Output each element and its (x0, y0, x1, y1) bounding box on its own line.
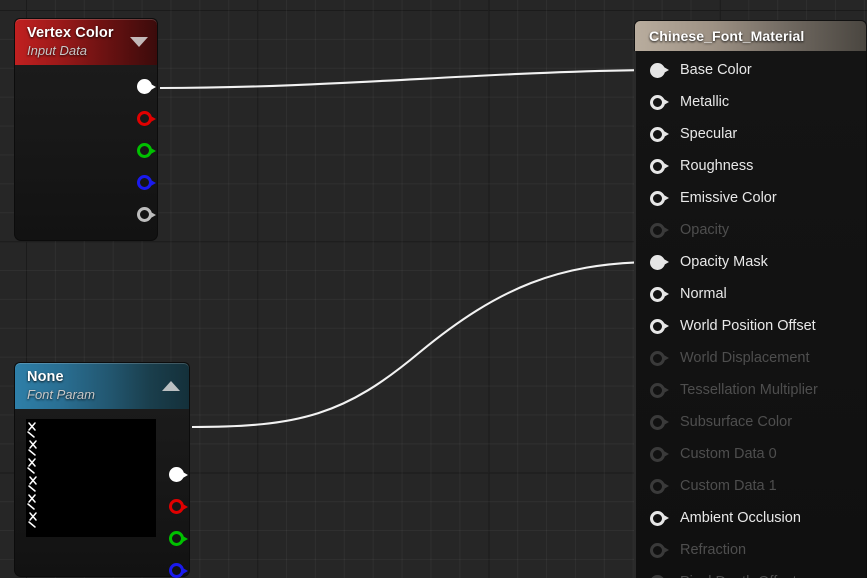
pin-material-input[interactable] (650, 286, 670, 302)
material-input-label: Tessellation Multiplier (680, 382, 818, 398)
material-input-row[interactable]: Custom Data 0 (636, 438, 866, 470)
material-input-row[interactable]: Ambient Occlusion (636, 502, 866, 534)
pin-font-param-b[interactable] (169, 563, 189, 578)
pin-material-input[interactable] (650, 446, 670, 462)
node-vertex-color-body (14, 65, 158, 241)
pin-material-input[interactable] (650, 478, 670, 494)
node-material-result-header[interactable]: Chinese_Font_Material (634, 20, 867, 51)
pin-material-input[interactable] (650, 382, 670, 398)
chevron-down-icon[interactable] (130, 37, 148, 47)
pin-vertex-color-r[interactable] (137, 111, 157, 126)
material-input-row[interactable]: Specular (636, 118, 866, 150)
chevron-up-icon[interactable] (162, 381, 180, 391)
material-input-row[interactable]: Normal (636, 278, 866, 310)
pin-material-input[interactable] (650, 350, 670, 366)
node-material-result-title: Chinese_Font_Material (649, 28, 805, 44)
node-font-param-subtitle: Font Param (27, 387, 95, 402)
material-input-row[interactable]: Tessellation Multiplier (636, 374, 866, 406)
material-input-label: World Displacement (680, 350, 810, 366)
material-graph-canvas[interactable]: Vertex Color Input Data None Font Param … (0, 0, 867, 578)
material-input-label: Specular (680, 126, 738, 142)
material-input-row[interactable]: Opacity (636, 214, 866, 246)
material-input-label: Custom Data 0 (680, 446, 777, 462)
material-input-label: Custom Data 1 (680, 478, 777, 494)
node-font-param-header[interactable]: None Font Param (14, 362, 190, 409)
node-vertex-color-subtitle: Input Data (27, 43, 87, 58)
material-input-row[interactable]: Subsurface Color (636, 406, 866, 438)
font-texture-preview (26, 419, 156, 537)
material-input-row[interactable]: Base Color (636, 54, 866, 86)
material-input-row[interactable]: Roughness (636, 150, 866, 182)
material-input-row[interactable]: World Position Offset (636, 310, 866, 342)
pin-vertex-color-rgba[interactable] (137, 79, 157, 94)
material-input-row[interactable]: Pixel Depth Offset (636, 566, 866, 578)
pin-vertex-color-b[interactable] (137, 175, 157, 190)
material-input-label: Roughness (680, 158, 754, 174)
pin-font-param-rgba[interactable] (169, 467, 189, 482)
material-input-row[interactable]: Opacity Mask (636, 246, 866, 278)
material-input-row[interactable]: Refraction (636, 534, 866, 566)
node-material-result[interactable]: Chinese_Font_Material Base Color Metallic… (634, 20, 867, 578)
node-vertex-color-title: Vertex Color (27, 25, 114, 41)
pin-material-input[interactable] (650, 126, 670, 142)
material-input-label: Opacity Mask (680, 254, 768, 270)
pin-material-input[interactable] (650, 254, 670, 270)
pin-material-input[interactable] (650, 94, 670, 110)
pin-material-input[interactable] (650, 222, 670, 238)
material-input-row[interactable]: Custom Data 1 (636, 470, 866, 502)
node-font-param-title: None (27, 369, 64, 385)
pin-material-input[interactable] (650, 318, 670, 334)
material-input-label: Base Color (680, 62, 752, 78)
material-input-label: Normal (680, 286, 727, 302)
material-input-list: Base Color Metallic Specular Roughness Emiss… (634, 51, 867, 578)
wire-vertex-color-to-base-color (159, 68, 649, 90)
pin-material-input[interactable] (650, 414, 670, 430)
material-input-row[interactable]: Metallic (636, 86, 866, 118)
pin-material-input[interactable] (650, 574, 670, 578)
material-input-label: Emissive Color (680, 190, 777, 206)
material-input-label: Pixel Depth Offset (680, 574, 797, 578)
pin-material-input[interactable] (650, 158, 670, 174)
wire-font-param-to-opacity-mask (191, 260, 649, 429)
node-font-param-body (14, 409, 190, 578)
pin-font-param-r[interactable] (169, 499, 189, 514)
material-input-label: Metallic (680, 94, 730, 110)
font-glyph-strokes-icon (27, 422, 37, 528)
material-input-label: Ambient Occlusion (680, 510, 801, 526)
pin-material-input[interactable] (650, 190, 670, 206)
node-vertex-color[interactable]: Vertex Color Input Data (14, 18, 158, 241)
pin-material-input[interactable] (650, 542, 670, 558)
material-input-label: World Position Offset (680, 318, 816, 334)
pin-material-input[interactable] (650, 510, 670, 526)
material-input-label: Refraction (680, 542, 747, 558)
material-input-row[interactable]: Emissive Color (636, 182, 866, 214)
pin-vertex-color-g[interactable] (137, 143, 157, 158)
node-vertex-color-header[interactable]: Vertex Color Input Data (14, 18, 158, 65)
pin-font-param-g[interactable] (169, 531, 189, 546)
pin-vertex-color-a[interactable] (137, 207, 157, 222)
material-input-row[interactable]: World Displacement (636, 342, 866, 374)
node-font-param[interactable]: None Font Param (14, 362, 190, 578)
material-input-label: Subsurface Color (680, 414, 793, 430)
material-input-label: Opacity (680, 222, 730, 238)
pin-material-input[interactable] (650, 62, 670, 78)
